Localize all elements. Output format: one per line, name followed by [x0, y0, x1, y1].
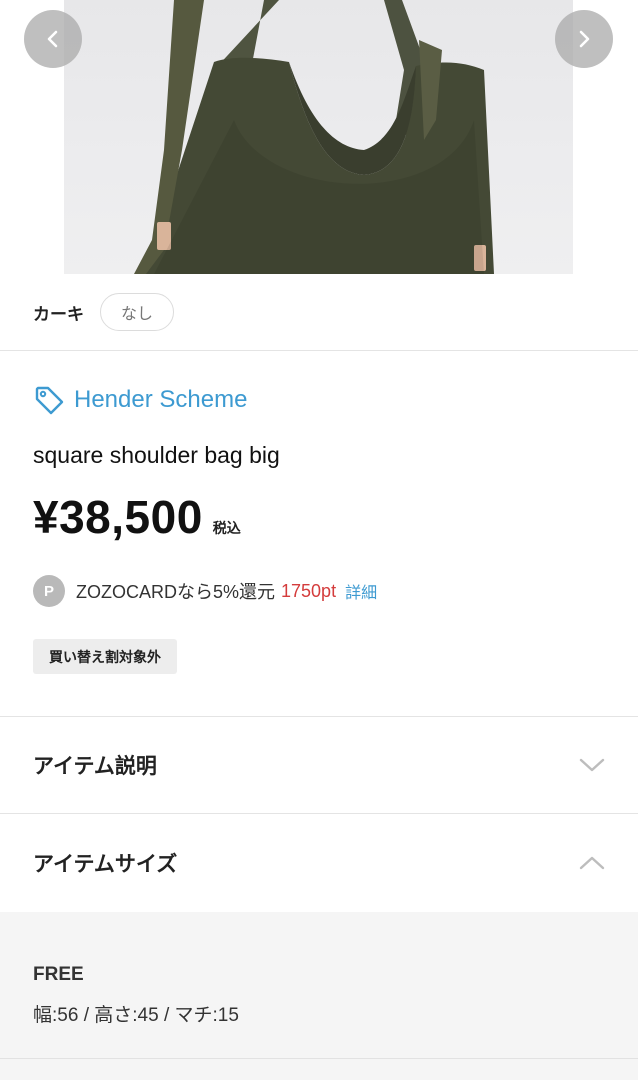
- color-stock-row: カーキ なし: [0, 274, 638, 350]
- bag-illustration: [134, 0, 494, 274]
- chevron-right-icon: [579, 30, 590, 48]
- chevron-up-icon: [579, 856, 605, 870]
- carousel-prev-button[interactable]: [24, 10, 82, 68]
- color-label: カーキ: [33, 304, 84, 324]
- item-size-panel: FREE 幅:56 / 高さ:45 / マチ:15: [0, 912, 638, 1080]
- points-badge-icon: P: [33, 575, 65, 607]
- points-detail-link[interactable]: 詳細: [345, 579, 377, 603]
- item-description-title: アイテム説明: [33, 755, 157, 778]
- points-row: P ZOZOCARDなら5%還元 1750pt 詳細: [33, 575, 377, 607]
- tax-label: 税込: [212, 520, 241, 536]
- points-value: 1750pt: [281, 580, 337, 601]
- brand-name: Hender Scheme: [74, 386, 248, 413]
- size-dimensions: 幅:56 / 高さ:45 / マチ:15: [33, 1005, 239, 1026]
- tag-icon: [35, 386, 64, 415]
- price-row: ¥38,500 税込: [33, 490, 241, 544]
- points-text: ZOZOCARDなら5%還元: [76, 582, 276, 602]
- section-divider: [0, 350, 638, 351]
- section-divider: [0, 1058, 638, 1059]
- product-image-carousel[interactable]: [0, 0, 638, 274]
- product-photo: [64, 0, 573, 274]
- brand-link[interactable]: Hender Scheme: [33, 384, 247, 416]
- product-name: square shoulder bag big: [33, 442, 280, 468]
- carousel-next-button[interactable]: [555, 10, 613, 68]
- item-size-title: アイテムサイズ: [33, 853, 178, 876]
- size-name: FREE: [33, 964, 84, 985]
- trade-in-tag: 買い替え割対象外: [33, 639, 177, 674]
- item-description-accordion[interactable]: アイテム説明: [0, 717, 638, 813]
- price: ¥38,500: [33, 491, 203, 543]
- chevron-down-icon: [579, 758, 605, 772]
- item-size-accordion[interactable]: アイテムサイズ: [0, 814, 638, 912]
- chevron-left-icon: [47, 30, 58, 48]
- stock-status-button[interactable]: なし: [100, 293, 175, 331]
